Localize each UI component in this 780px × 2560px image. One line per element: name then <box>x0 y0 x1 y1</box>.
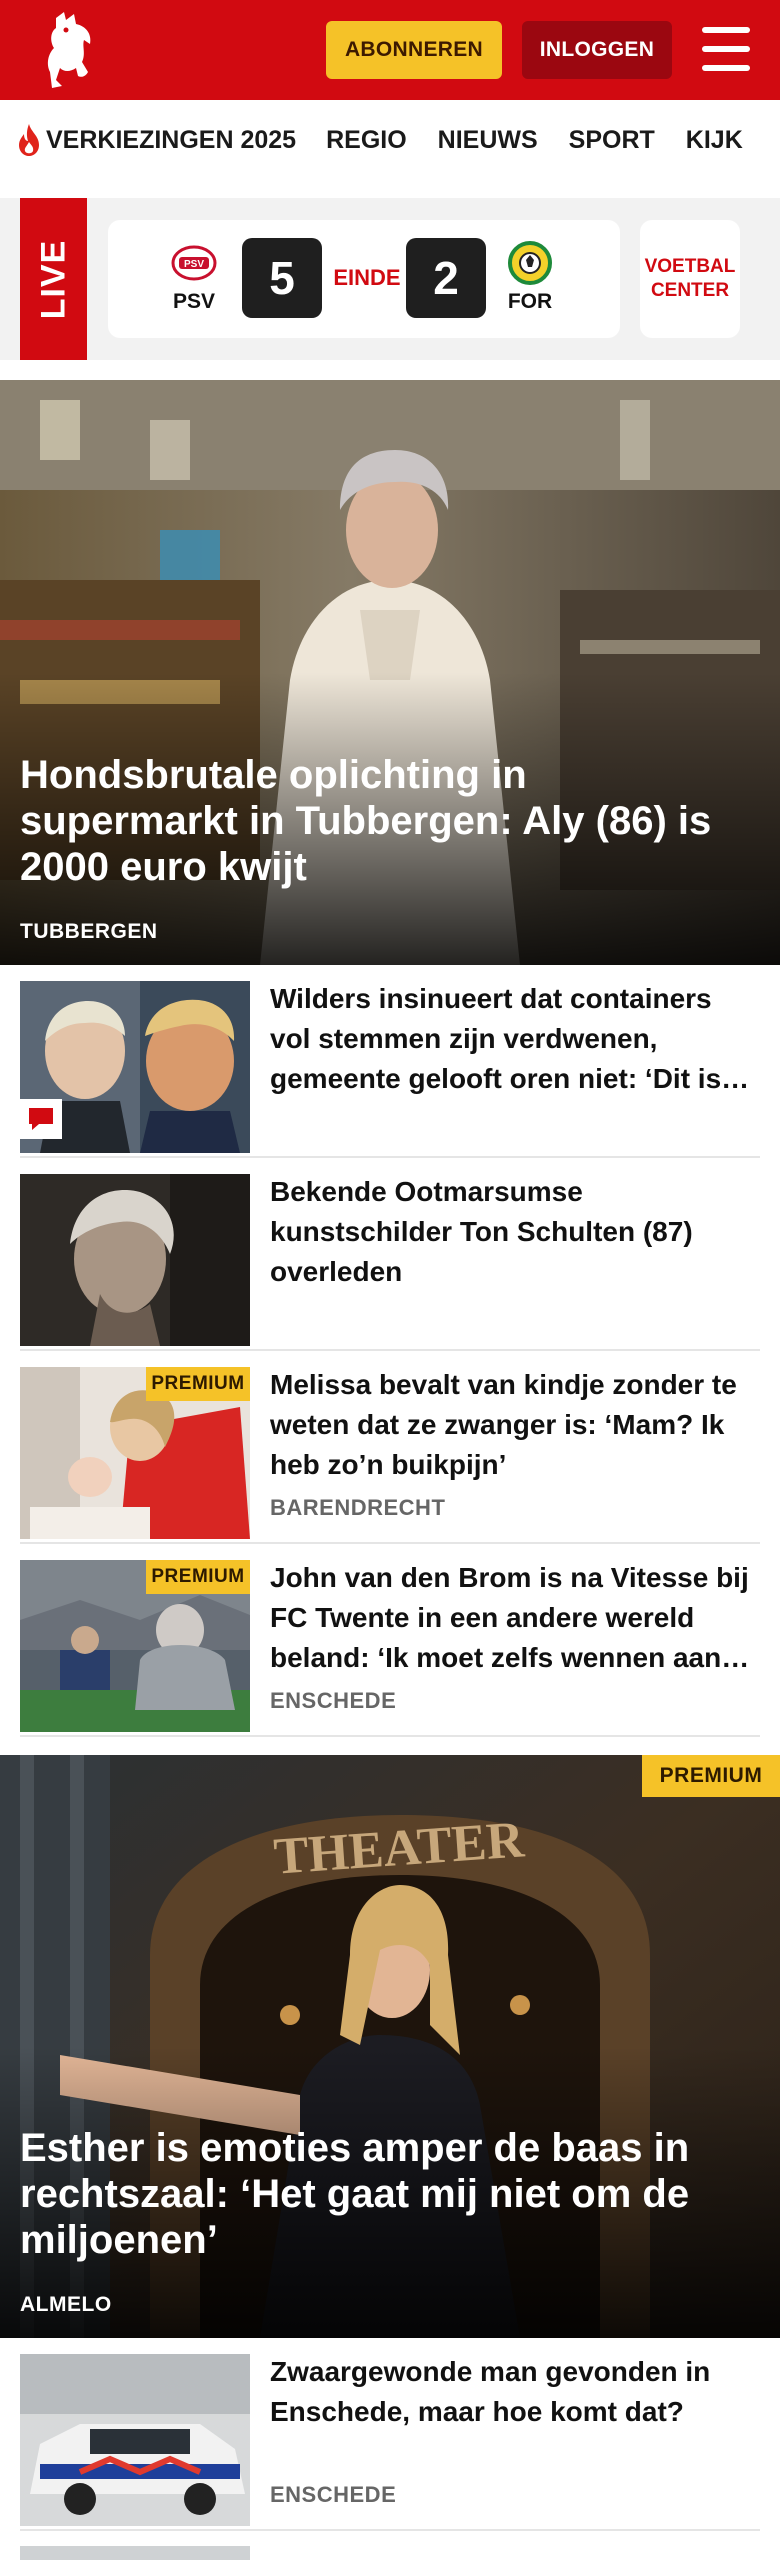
fortuna-crest-icon <box>508 241 552 285</box>
flame-icon <box>19 124 39 156</box>
article-title: Zwaargewonde man gevonden in Enschede, m… <box>270 2356 711 2427</box>
away-team: FOR <box>490 240 570 314</box>
nav-item-verkiezingen[interactable]: VERKIEZINGEN 2025 <box>16 123 296 157</box>
nav-item-nieuws[interactable]: NIEUWS <box>438 126 538 155</box>
hero-article-oplichting[interactable]: Hondsbrutale oplichting in supermarkt in… <box>0 380 780 965</box>
nav-item-regio[interactable]: REGIO <box>326 126 407 155</box>
nav-item-label: VERKIEZINGEN 2025 <box>46 125 297 154</box>
match-card[interactable]: PSV PSV 5 EINDE 2 FOR <box>108 220 620 338</box>
article-title: Melissa bevalt van kindje zonder te wete… <box>270 1369 737 1480</box>
live-label: LIVE <box>20 198 87 360</box>
hero-title: Esther is emoties amper de baas in recht… <box>20 2126 690 2262</box>
away-score: 2 <box>406 238 486 318</box>
svg-text:PSV: PSV <box>184 259 204 270</box>
thumbnail <box>20 1174 250 1346</box>
home-team: PSV PSV <box>154 240 234 314</box>
login-button[interactable]: INLOGGEN <box>522 21 672 79</box>
tubantia-horse-logo[interactable] <box>36 10 106 90</box>
article-location: BARENDRECHT <box>270 1495 446 1520</box>
premium-badge: PREMIUM <box>146 1560 250 1594</box>
nav-item-sport[interactable]: SPORT <box>569 126 655 155</box>
hero-location: ALMELO <box>20 2293 112 2316</box>
away-team-name: FOR <box>507 290 553 313</box>
menu-icon[interactable] <box>702 27 750 71</box>
article-wilders[interactable]: Wilders insinueert dat containers vol st… <box>20 965 760 1158</box>
top-bar: ABONNEREN INLOGGEN <box>0 0 780 100</box>
premium-badge: PREMIUM <box>146 1367 250 1401</box>
thumbnail <box>20 2354 250 2526</box>
home-team-name: PSV <box>172 290 216 313</box>
voetbal-center-link[interactable]: VOETBAL CENTER <box>640 220 740 338</box>
comment-icon <box>20 1099 62 1139</box>
main-nav: VERKIEZINGEN 2025 REGIO NIEUWS SPORT KIJ… <box>0 100 780 180</box>
article-title: John van den Brom is na Vitesse bij FC T… <box>270 1562 749 1673</box>
psv-crest-icon: PSV <box>171 245 217 281</box>
match-status: EINDE <box>333 265 401 290</box>
hero-article-esther[interactable]: THEATER PREMIUM Esther is emoties amper … <box>0 1755 780 2338</box>
article-title: Wilders insinueert dat containers vol st… <box>270 983 722 1094</box>
article-melissa[interactable]: PREMIUM Melissa bevalt van kindje zonder… <box>20 1351 760 1544</box>
hero-location: TUBBERGEN <box>20 920 158 943</box>
premium-badge: PREMIUM <box>642 1755 780 1797</box>
nav-item-kijk[interactable]: KIJK <box>686 126 743 155</box>
article-van-den-brom[interactable]: PREMIUM John van den Brom is na Vitesse … <box>20 1544 760 1737</box>
article-zwaargewonde[interactable]: Zwaargewonde man gevonden in Enschede, m… <box>20 2338 760 2531</box>
article-location: ENSCHEDE <box>270 2482 397 2507</box>
hero-title: Hondsbrutale oplichting in supermarkt in… <box>20 753 712 889</box>
subscribe-button[interactable]: ABONNEREN <box>326 21 502 79</box>
article-schulten[interactable]: Bekende Ootmarsumse kunstschilder Ton Sc… <box>20 1158 760 1351</box>
article-title: Bekende Ootmarsumse kunstschilder Ton Sc… <box>270 1176 693 1287</box>
live-score-strip: LIVE PSV PSV 5 EINDE 2 FOR VOETBAL CENTE… <box>0 198 780 360</box>
article-location: ENSCHEDE <box>270 1688 397 1713</box>
next-article-thumbnail <box>20 2546 250 2560</box>
home-score: 5 <box>242 238 322 318</box>
